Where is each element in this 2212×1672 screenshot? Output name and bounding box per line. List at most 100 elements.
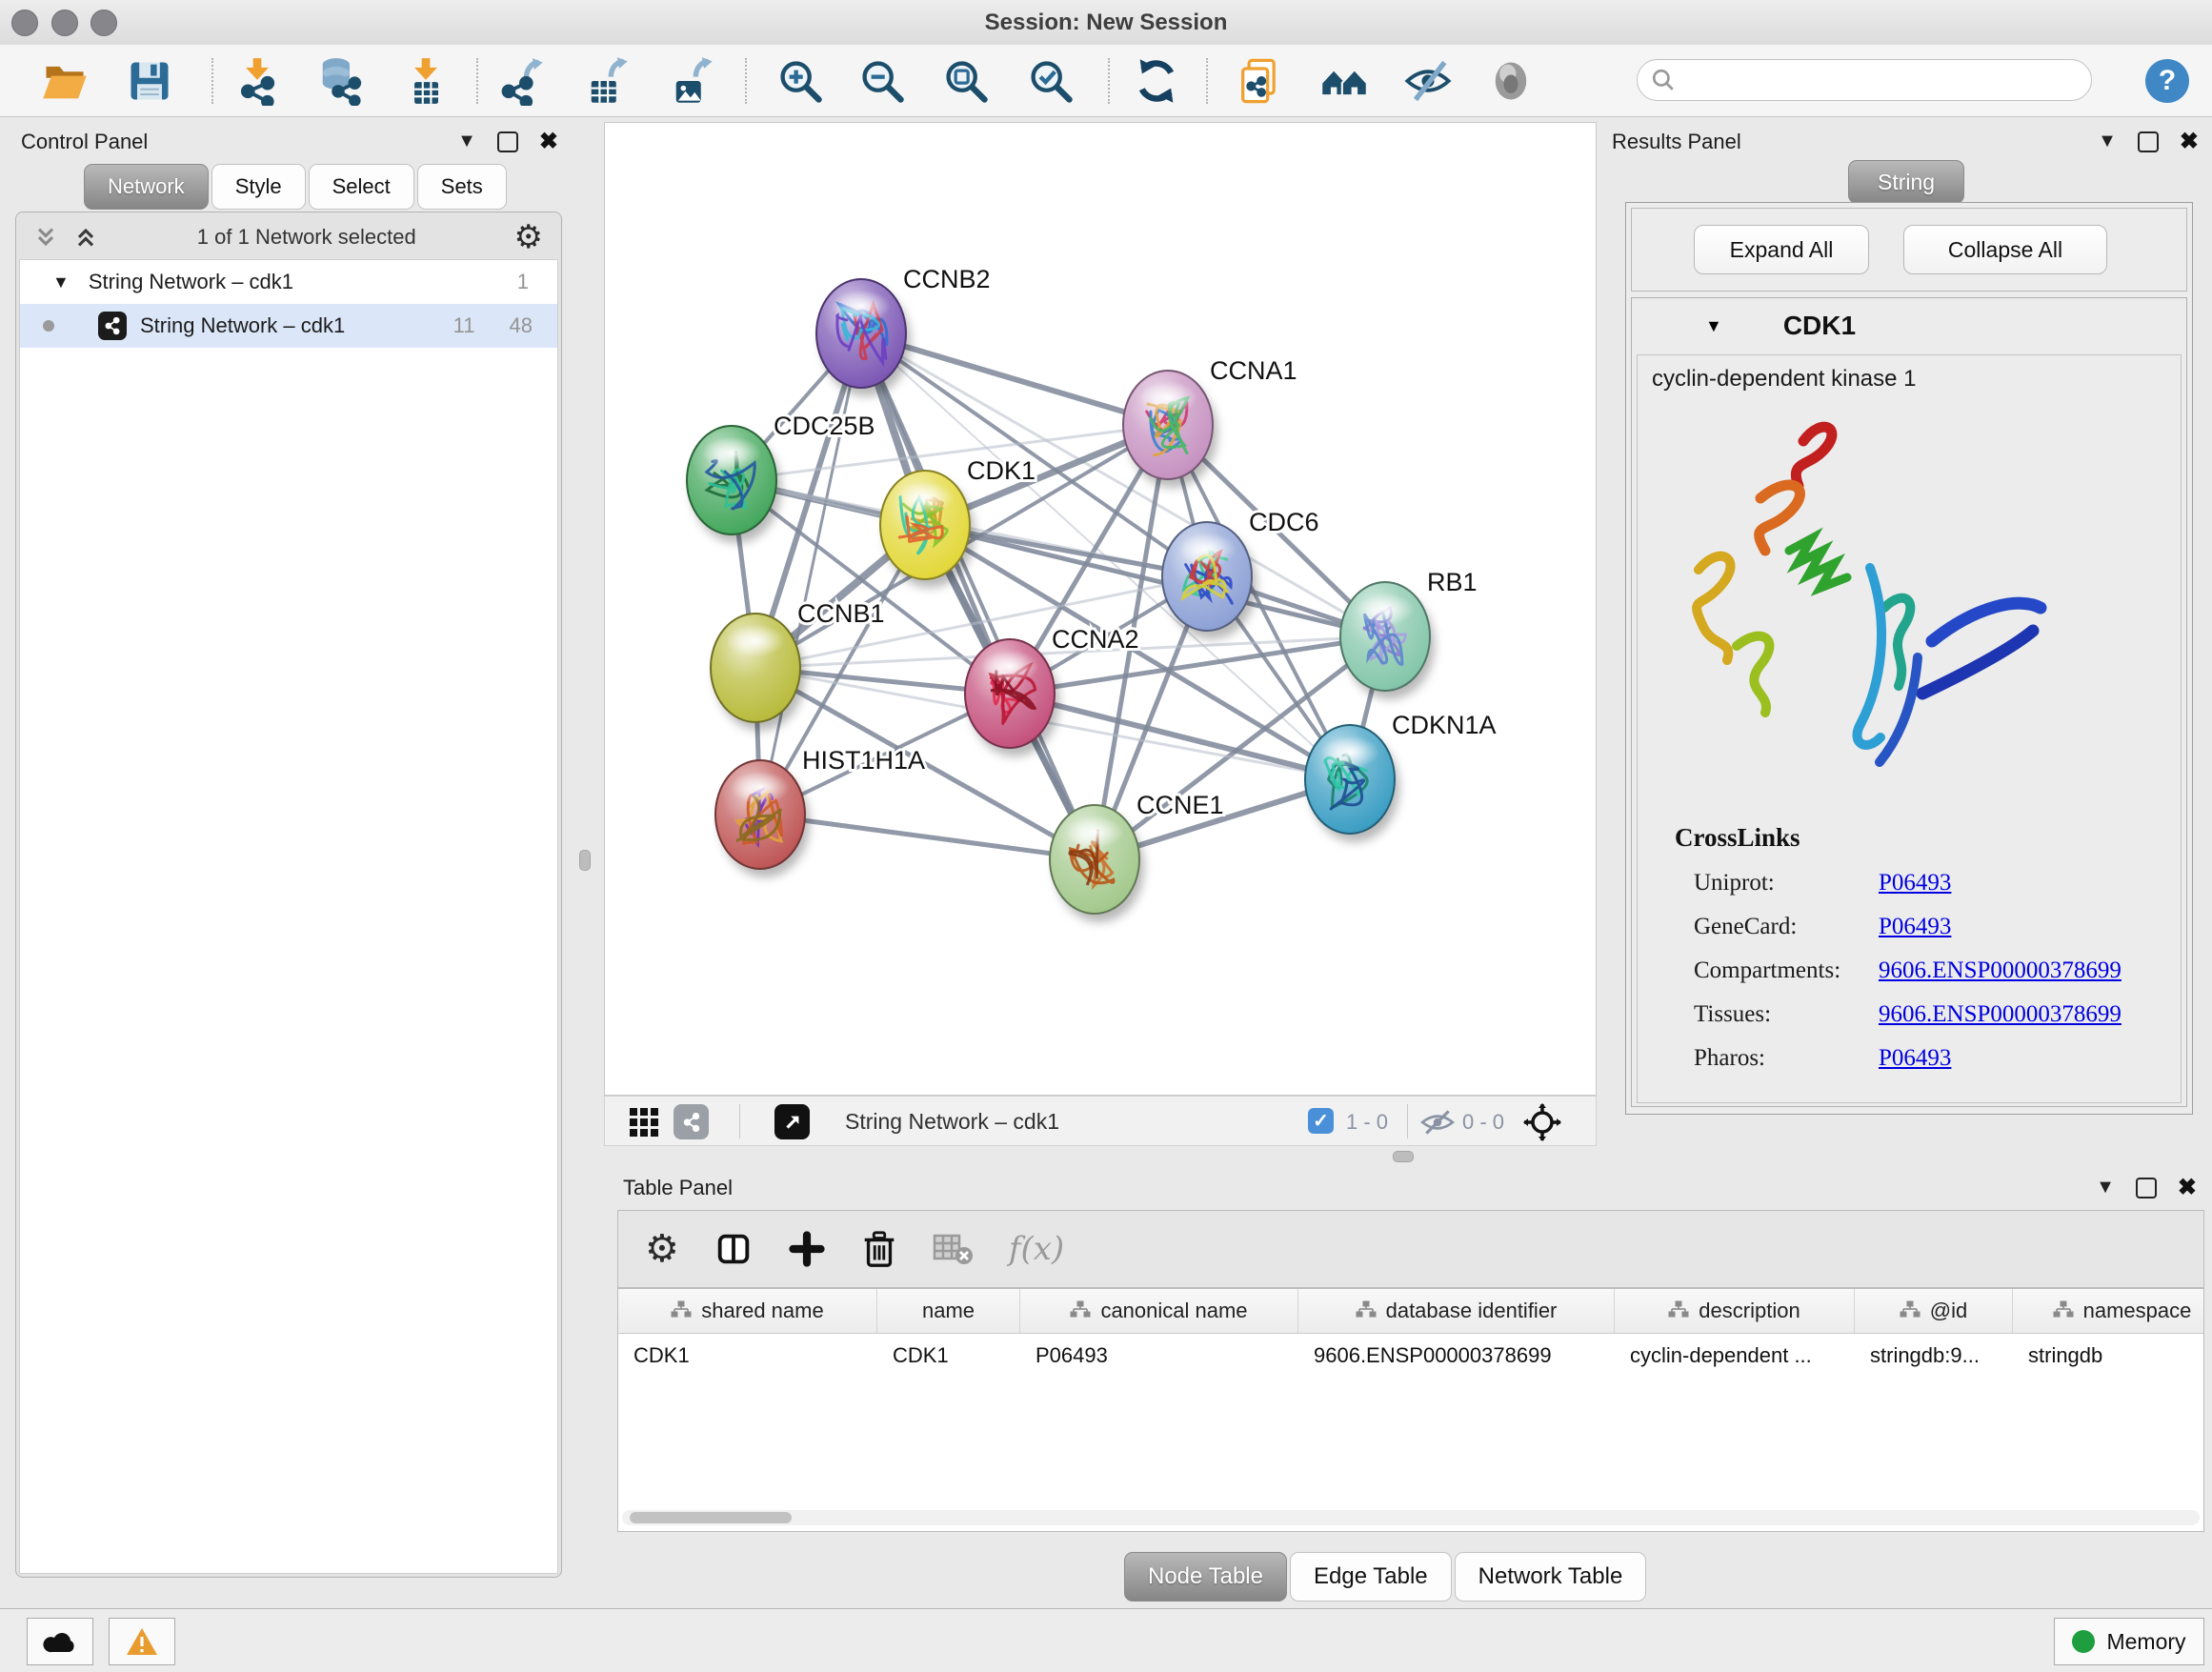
zoom-selected-icon[interactable] xyxy=(1024,54,1077,108)
network-edge[interactable] xyxy=(760,815,1095,859)
import-network-database-icon[interactable] xyxy=(312,54,365,108)
delete-trash-icon[interactable] xyxy=(860,1229,898,1269)
column-header-id[interactable]: @id xyxy=(1855,1289,2013,1333)
selected-checkbox-icon[interactable]: ✓ xyxy=(1308,1108,1334,1134)
table-cell[interactable]: cyclin-dependent ... xyxy=(1615,1334,1855,1377)
string-home-icon[interactable] xyxy=(1317,54,1371,108)
zoom-in-icon[interactable] xyxy=(774,54,827,108)
panel-float-icon[interactable] xyxy=(2136,1178,2157,1199)
column-header-namespace[interactable]: namespace xyxy=(2013,1289,2204,1333)
gene-expand-triangle-icon[interactable]: ▼ xyxy=(1705,316,1722,336)
show-columns-icon[interactable] xyxy=(714,1229,754,1269)
zoom-out-icon[interactable] xyxy=(855,54,909,108)
table-cell[interactable]: 9606.ENSP00000378699 xyxy=(1298,1334,1615,1377)
network-node-CDC25B[interactable]: CDC25B xyxy=(687,412,875,543)
delete-table-icon[interactable] xyxy=(933,1232,975,1266)
memory-button[interactable]: Memory xyxy=(2054,1618,2204,1665)
network-node-RB1[interactable]: RB1 xyxy=(1340,568,1478,699)
column-header-database-identifier[interactable]: database identifier xyxy=(1298,1289,1615,1333)
table-settings-gear-icon[interactable]: ⚙ xyxy=(645,1227,679,1271)
network-collection-row[interactable]: ▼ String Network – cdk1 1 xyxy=(20,260,557,304)
network-row[interactable]: String Network – cdk1 11 48 xyxy=(20,304,557,348)
tab-sets[interactable]: Sets xyxy=(417,164,507,210)
panel-float-icon[interactable] xyxy=(497,131,518,152)
column-header-canonical-name[interactable]: canonical name xyxy=(1020,1289,1298,1333)
detach-view-icon[interactable] xyxy=(774,1104,810,1139)
help-icon[interactable]: ? xyxy=(2145,59,2189,103)
tab-edge-table[interactable]: Edge Table xyxy=(1290,1552,1452,1601)
network-node-CDKN1A[interactable]: CDKN1A xyxy=(1305,711,1497,842)
cloud-status-button[interactable] xyxy=(27,1618,93,1665)
birdseye-grid-icon[interactable] xyxy=(628,1106,660,1138)
collapse-all-button[interactable]: Collapse All xyxy=(1903,225,2107,274)
import-table-icon[interactable] xyxy=(399,54,452,108)
table-cell[interactable]: P06493 xyxy=(1020,1334,1298,1377)
network-node-CDK1[interactable]: CDK1 xyxy=(880,456,1036,588)
hidden-eye-icon[interactable] xyxy=(1420,1109,1455,1136)
annotation-document-icon[interactable] xyxy=(1233,54,1286,108)
export-image-icon[interactable] xyxy=(665,54,718,108)
tab-style[interactable]: Style xyxy=(211,164,306,210)
left-splitter-handle[interactable] xyxy=(579,850,591,871)
table-row[interactable]: CDK1CDK1P064939606.ENSP00000378699cyclin… xyxy=(618,1334,2203,1377)
network-node-CDC6[interactable]: CDC6 xyxy=(1162,508,1319,639)
crosslink-value-link[interactable]: P06493 xyxy=(1879,914,1951,940)
gene-section-header[interactable]: ▼ CDK1 xyxy=(1633,299,2185,353)
network-node-CCNE1[interactable]: CCNE1 xyxy=(1050,791,1224,922)
import-network-file-icon[interactable] xyxy=(231,54,284,108)
table-cell[interactable]: CDK1 xyxy=(618,1334,877,1377)
tab-network-table[interactable]: Network Table xyxy=(1455,1552,1647,1601)
gear-icon[interactable]: ⚙ xyxy=(514,218,543,256)
table-cell[interactable]: stringdb:9... xyxy=(1855,1334,2013,1377)
tab-node-table[interactable]: Node Table xyxy=(1124,1552,1287,1601)
panel-close-icon[interactable]: ✖ xyxy=(2180,128,2199,155)
scrollbar-thumb[interactable] xyxy=(630,1512,792,1523)
panel-menu-icon[interactable]: ▼ xyxy=(457,131,476,152)
column-header-shared-name[interactable]: shared name xyxy=(618,1289,877,1333)
network-edge[interactable] xyxy=(861,333,1095,859)
hide-eye-icon[interactable] xyxy=(1401,54,1455,108)
column-header-name[interactable]: name xyxy=(877,1289,1020,1333)
network-canvas[interactable]: CCNB2CCNA1CDC25BCDK1CDC6RB1CCNB1CCNA2CDK… xyxy=(604,122,1597,1096)
search-input[interactable] xyxy=(1685,67,2078,93)
panel-menu-icon[interactable]: ▼ xyxy=(2098,131,2117,152)
network-node-CCNA2[interactable]: CCNA2 xyxy=(965,625,1139,756)
panel-close-icon[interactable]: ✖ xyxy=(2178,1174,2197,1201)
collection-expand-triangle-icon[interactable]: ▼ xyxy=(52,272,70,292)
expand-all-chevron-icon[interactable] xyxy=(72,224,99,251)
show-eye-icon[interactable] xyxy=(1484,54,1538,108)
crosslink-value-link[interactable]: 9606.ENSP00000378699 xyxy=(1879,957,2122,984)
crosslink-value-link[interactable]: P06493 xyxy=(1879,1045,1951,1072)
panel-close-icon[interactable]: ✖ xyxy=(539,128,558,155)
tab-select[interactable]: Select xyxy=(309,164,414,210)
panel-float-icon[interactable] xyxy=(2138,131,2159,152)
node-table[interactable]: shared namenamecanonical namedatabase id… xyxy=(617,1288,2204,1532)
crosslink-value-link[interactable]: 9606.ENSP00000378699 xyxy=(1879,1001,2122,1028)
horizontal-scrollbar[interactable] xyxy=(622,1510,2200,1525)
warnings-button[interactable] xyxy=(109,1618,175,1665)
table-cell[interactable]: CDK1 xyxy=(877,1334,1020,1377)
export-table-icon[interactable] xyxy=(580,54,633,108)
open-session-icon[interactable] xyxy=(38,54,91,108)
network-node-CCNB1[interactable]: CCNB1 xyxy=(711,599,885,731)
panel-menu-icon[interactable]: ▼ xyxy=(2096,1177,2115,1199)
bottom-splitter-handle[interactable] xyxy=(1393,1151,1414,1162)
tab-string[interactable]: String xyxy=(1848,160,1964,204)
tab-network[interactable]: Network xyxy=(84,164,209,210)
refresh-layout-icon[interactable] xyxy=(1130,54,1183,108)
add-column-icon[interactable] xyxy=(788,1230,826,1268)
export-network-icon[interactable] xyxy=(495,54,549,108)
table-cell[interactable]: stringdb xyxy=(2013,1334,2204,1377)
function-builder-icon[interactable]: f(x) xyxy=(1009,1230,1064,1268)
crosslink-value-link[interactable]: P06493 xyxy=(1879,870,1951,896)
save-session-icon[interactable] xyxy=(123,54,176,108)
collapse-all-chevron-icon[interactable] xyxy=(32,224,59,251)
expand-all-button[interactable]: Expand All xyxy=(1694,225,1869,274)
network-node-CCNB2[interactable]: CCNB2 xyxy=(816,265,991,396)
zoom-fit-icon[interactable] xyxy=(939,54,993,108)
graphics-details-icon[interactable] xyxy=(674,1104,709,1139)
column-header-description[interactable]: description xyxy=(1615,1289,1855,1333)
network-node-HIST1H1A[interactable]: HIST1H1A xyxy=(715,746,925,877)
center-view-crosshair-icon[interactable] xyxy=(1523,1103,1561,1141)
network-edge[interactable] xyxy=(760,333,861,815)
